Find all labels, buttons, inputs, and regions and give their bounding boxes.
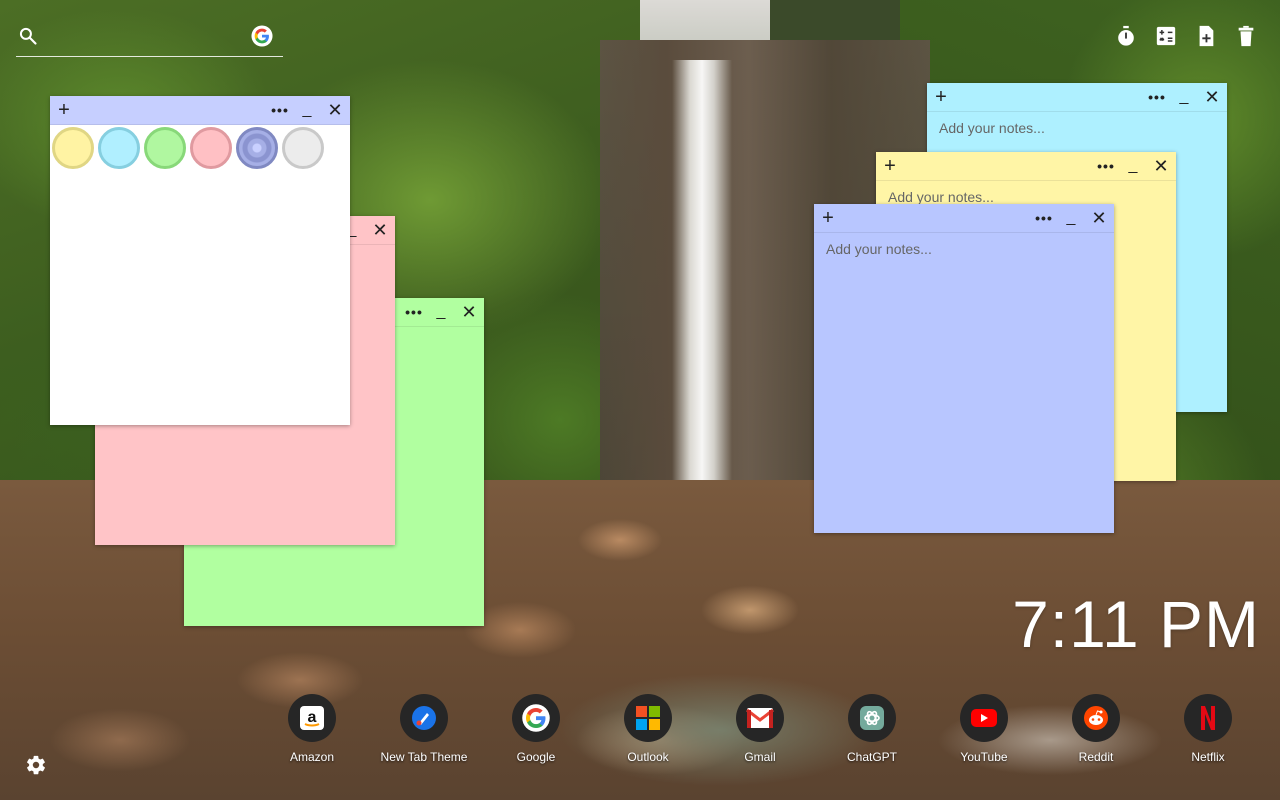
shortcut-netflix[interactable]: Netflix — [1152, 694, 1264, 774]
search-bar — [16, 22, 283, 57]
add-icon[interactable]: + — [52, 96, 76, 124]
shortcut-label: New Tab Theme — [380, 750, 468, 764]
shortcut-label: Reddit — [1078, 750, 1114, 764]
minimize-icon[interactable]: _ — [429, 298, 453, 326]
calculator-icon[interactable] — [1154, 24, 1178, 48]
shortcut-google[interactable]: Google — [480, 694, 592, 774]
netflix-icon — [1184, 694, 1232, 742]
close-icon[interactable]: ✕ — [368, 216, 392, 244]
search-icon[interactable] — [18, 26, 38, 46]
shortcut-label: Outlook — [627, 750, 669, 764]
gear-icon[interactable] — [25, 754, 47, 776]
shortcut-label: Netflix — [1191, 750, 1225, 764]
waterfall — [672, 60, 732, 500]
shortcut-label: YouTube — [960, 750, 1008, 764]
minimize-icon[interactable]: _ — [1059, 204, 1083, 232]
shortcut-label: ChatGPT — [846, 750, 897, 764]
minimize-icon[interactable]: _ — [1121, 152, 1145, 180]
shortcut-label: Amazon — [289, 750, 335, 764]
color-palette — [50, 125, 350, 171]
add-icon[interactable]: + — [816, 204, 840, 232]
note-toolbar: + ••• _ ✕ — [876, 152, 1176, 181]
shortcut-new-tab-theme[interactable]: New Tab Theme — [368, 694, 480, 774]
more-options-icon[interactable]: ••• — [1032, 204, 1056, 232]
add-note-icon[interactable] — [1194, 24, 1218, 48]
clock: 7:11 PM — [1012, 587, 1260, 661]
google-icon[interactable] — [251, 25, 273, 47]
minimize-icon[interactable]: _ — [1172, 83, 1196, 111]
search-input[interactable] — [52, 24, 246, 52]
add-icon[interactable]: + — [929, 83, 953, 111]
gmail-icon — [736, 694, 784, 742]
new-tab-theme-icon — [400, 694, 448, 742]
shortcut-outlook[interactable]: Outlook — [592, 694, 704, 774]
shortcut-label: Gmail — [744, 750, 776, 764]
close-icon[interactable]: ✕ — [323, 96, 347, 124]
chatgpt-icon — [848, 694, 896, 742]
close-icon[interactable]: ✕ — [457, 298, 481, 326]
reddit-icon — [1072, 694, 1120, 742]
more-options-icon[interactable]: ••• — [1145, 83, 1169, 111]
color-swatch-cyan[interactable] — [98, 127, 140, 169]
stopwatch-icon[interactable] — [1114, 24, 1138, 48]
shortcut-amazon[interactable]: a Amazon — [256, 694, 368, 774]
note-toolbar: + ••• _ ✕ — [927, 83, 1227, 112]
trash-icon[interactable] — [1234, 24, 1258, 48]
outlook-icon — [624, 694, 672, 742]
toolbar — [1114, 24, 1258, 48]
color-swatch-gray[interactable] — [282, 127, 324, 169]
shortcut-reddit[interactable]: Reddit — [1040, 694, 1152, 774]
google-icon — [512, 694, 560, 742]
more-options-icon[interactable]: ••• — [402, 298, 426, 326]
minimize-icon[interactable]: _ — [295, 96, 319, 124]
note-text-area[interactable] — [824, 239, 1108, 523]
svg-text:a: a — [308, 709, 317, 726]
sticky-note-white[interactable]: + ••• _ ✕ — [50, 96, 350, 425]
shortcut-gmail[interactable]: Gmail — [704, 694, 816, 774]
color-swatch-blue[interactable] — [236, 127, 278, 169]
shortcut-chatgpt[interactable]: ChatGPT — [816, 694, 928, 774]
close-icon[interactable]: ✕ — [1200, 83, 1224, 111]
more-options-icon[interactable]: ••• — [268, 96, 292, 124]
amazon-icon: a — [288, 694, 336, 742]
close-icon[interactable]: ✕ — [1149, 152, 1173, 180]
color-swatch-yellow[interactable] — [52, 127, 94, 169]
add-icon[interactable]: + — [878, 152, 902, 180]
more-options-icon[interactable]: ••• — [1094, 152, 1118, 180]
color-swatch-pink[interactable] — [190, 127, 232, 169]
color-swatch-green[interactable] — [144, 127, 186, 169]
youtube-icon — [960, 694, 1008, 742]
shortcut-bar: a Amazon New Tab Theme Google Outlook Gm… — [256, 694, 1266, 774]
shortcut-youtube[interactable]: YouTube — [928, 694, 1040, 774]
shortcut-label: Google — [516, 750, 556, 764]
note-toolbar: + ••• _ ✕ — [814, 204, 1114, 233]
sticky-note-blue[interactable]: + ••• _ ✕ — [814, 204, 1114, 533]
close-icon[interactable]: ✕ — [1087, 204, 1111, 232]
note-toolbar: + ••• _ ✕ — [50, 96, 350, 125]
